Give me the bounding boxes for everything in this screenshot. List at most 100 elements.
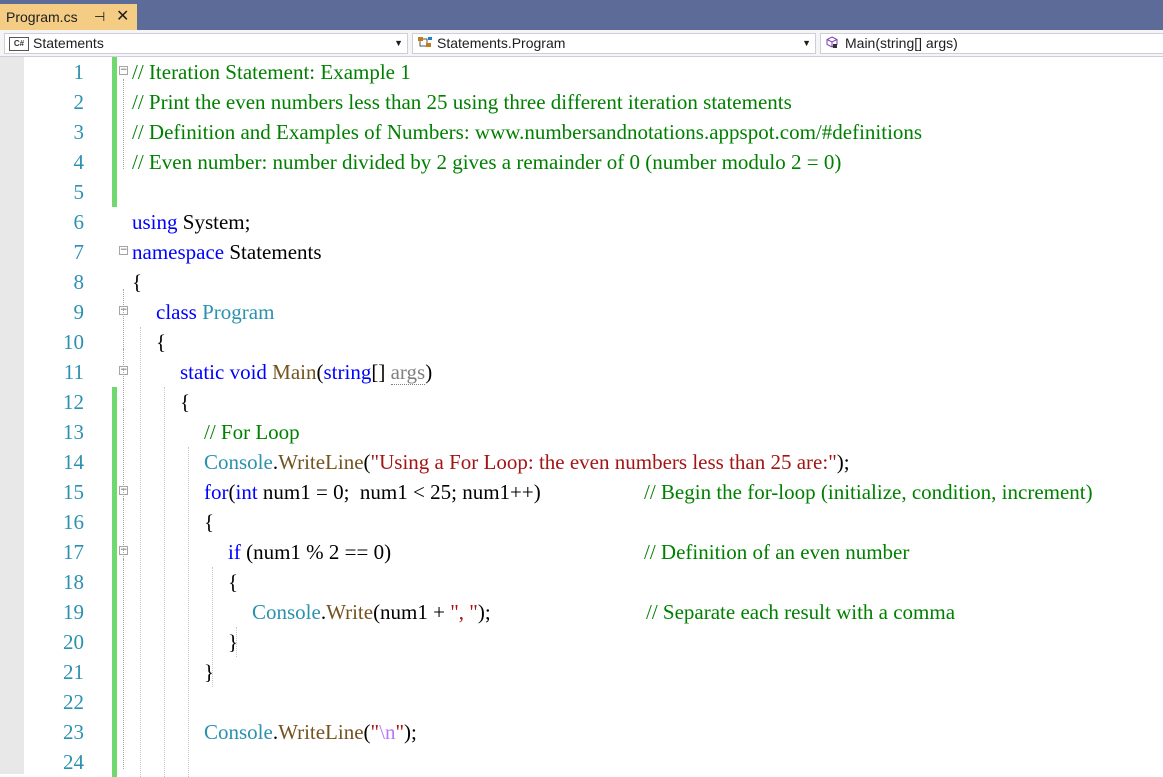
code-text: namespace Statements <box>132 237 322 267</box>
indent-guide <box>188 447 190 777</box>
token: Main <box>272 360 317 384</box>
close-icon[interactable]: ✕ <box>116 4 129 30</box>
code-line[interactable]: 11− static void Main(string[] args) <box>0 357 1163 387</box>
code-line[interactable]: 8{ <box>0 267 1163 297</box>
code-line[interactable]: 23 Console.WriteLine("\n"); <box>0 717 1163 747</box>
line-number: 12 <box>63 390 84 414</box>
member-dropdown[interactable]: Main(string[] args) <box>820 33 1163 54</box>
token: { <box>228 570 239 594</box>
code-line[interactable]: 24 <box>0 747 1163 777</box>
chevron-down-icon: ▼ <box>394 38 403 48</box>
code-line[interactable]: 16 { <box>0 507 1163 537</box>
code-line[interactable]: 3 // Definition and Examples of Numbers: … <box>0 117 1163 147</box>
code-line[interactable]: 6 using System; <box>0 207 1163 237</box>
code-line[interactable]: 4 // Even number: number divided by 2 giv… <box>0 147 1163 177</box>
change-indicator <box>112 177 117 207</box>
change-indicator <box>112 147 117 177</box>
code-line[interactable]: 14 Console.WriteLine("Using a For Loop: t… <box>0 447 1163 477</box>
line-number: 2 <box>73 90 85 114</box>
token: " <box>395 720 405 744</box>
token: class <box>156 300 197 324</box>
token: "Using a For Loop: the even numbers less… <box>370 450 837 474</box>
line-number: 23 <box>63 720 84 744</box>
class-dropdown[interactable]: Statements.Program ▼ <box>412 33 816 54</box>
line-number: 24 <box>63 750 84 774</box>
line-number: 22 <box>63 690 84 714</box>
code-line[interactable]: 19 Console.Write(num1 + ", "); // Separate… <box>0 597 1163 627</box>
code-line[interactable]: 10 { <box>0 327 1163 357</box>
token: // Iteration Statement: Example 1 <box>132 60 411 84</box>
line-number: 8 <box>73 270 85 294</box>
token: // Even number: number divided by 2 give… <box>132 150 842 174</box>
change-indicator <box>112 387 117 417</box>
token: (num1 + <box>373 600 451 624</box>
token: for <box>204 480 229 504</box>
line-number: 20 <box>63 630 84 654</box>
project-dropdown[interactable]: C# Statements ▼ <box>4 33 408 54</box>
code-line[interactable]: 9− class Program <box>0 297 1163 327</box>
inline-comment: // Separate each result with a comma <box>646 600 956 624</box>
line-number: 17 <box>63 540 84 564</box>
pin-icon[interactable]: ⊣ <box>94 4 105 30</box>
token: ( <box>363 450 371 474</box>
code-line[interactable]: 22 <box>0 687 1163 717</box>
token: Program <box>202 300 275 324</box>
token: static <box>180 360 225 384</box>
code-line[interactable]: 21} <box>0 657 1163 687</box>
token: Statements <box>224 240 322 264</box>
change-indicator <box>112 597 117 627</box>
code-text: // Print the even numbers less than 25 u… <box>132 87 792 117</box>
line-number: 9 <box>73 300 85 324</box>
code-text: { <box>156 327 166 357</box>
code-line[interactable]: 13 // For Loop <box>0 417 1163 447</box>
inline-comment: // Definition of an even number <box>644 540 910 564</box>
code-line[interactable]: 12 { <box>0 387 1163 417</box>
token: // For Loop <box>204 420 300 444</box>
class-dropdown-value: Statements.Program <box>437 35 566 51</box>
code-line[interactable]: 18 { <box>0 567 1163 597</box>
code-line[interactable]: 20} <box>0 627 1163 657</box>
document-tab-bar: Program.cs ⊣ ✕ <box>0 0 1163 30</box>
code-text: class Program <box>156 297 274 327</box>
token: ", " <box>450 600 478 624</box>
line-number: 10 <box>63 330 84 354</box>
change-indicator <box>112 747 117 777</box>
code-line[interactable]: 15− for(int num1 = 0; num1 < 25; num1++) /… <box>0 477 1163 507</box>
code-line[interactable]: 17− if (num1 % 2 == 0)// Definition of an… <box>0 537 1163 567</box>
token: void <box>229 360 267 384</box>
token: { <box>204 510 215 534</box>
indent-guide <box>140 327 142 777</box>
line-number: 18 <box>63 570 84 594</box>
code-text: { <box>204 507 214 537</box>
token: args <box>390 360 426 385</box>
collapse-icon[interactable]: − <box>119 66 128 75</box>
token: [] <box>371 360 391 384</box>
line-number: 11 <box>63 360 84 384</box>
token: ( <box>316 360 324 384</box>
code-line[interactable]: 7 − namespace Statements <box>0 237 1163 267</box>
member-dropdown-value: Main(string[] args) <box>845 35 958 51</box>
change-indicator <box>112 717 117 747</box>
code-line[interactable]: 5 <box>0 177 1163 207</box>
indent-guide <box>164 387 166 777</box>
token: using <box>132 210 178 234</box>
indent-guide <box>236 627 238 657</box>
collapse-icon[interactable]: − <box>119 246 128 255</box>
token: ); <box>477 600 491 624</box>
line-number: 19 <box>63 600 84 624</box>
line-number: 21 <box>63 660 84 684</box>
code-line[interactable]: 2 // Print the even numbers less than 25 … <box>0 87 1163 117</box>
code-text: { <box>228 567 238 597</box>
code-text: // Iteration Statement: Example 1 <box>132 57 411 87</box>
token: ); <box>836 450 850 474</box>
change-indicator <box>112 417 117 447</box>
token: num1 = 0; num1 < 25; num1++) <box>257 480 541 504</box>
tab-program-cs[interactable]: Program.cs ⊣ ✕ <box>0 4 137 30</box>
code-line[interactable]: 1 −// Iteration Statement: Example 1 <box>0 57 1163 87</box>
line-number: 5 <box>73 180 85 204</box>
code-editor[interactable]: 1−// Iteration Statement: Example 1 2 // P… <box>0 57 1163 777</box>
change-indicator <box>112 537 117 567</box>
token: ) <box>425 360 433 384</box>
code-text: if (num1 % 2 == 0) <box>228 537 391 567</box>
change-indicator <box>112 567 117 597</box>
